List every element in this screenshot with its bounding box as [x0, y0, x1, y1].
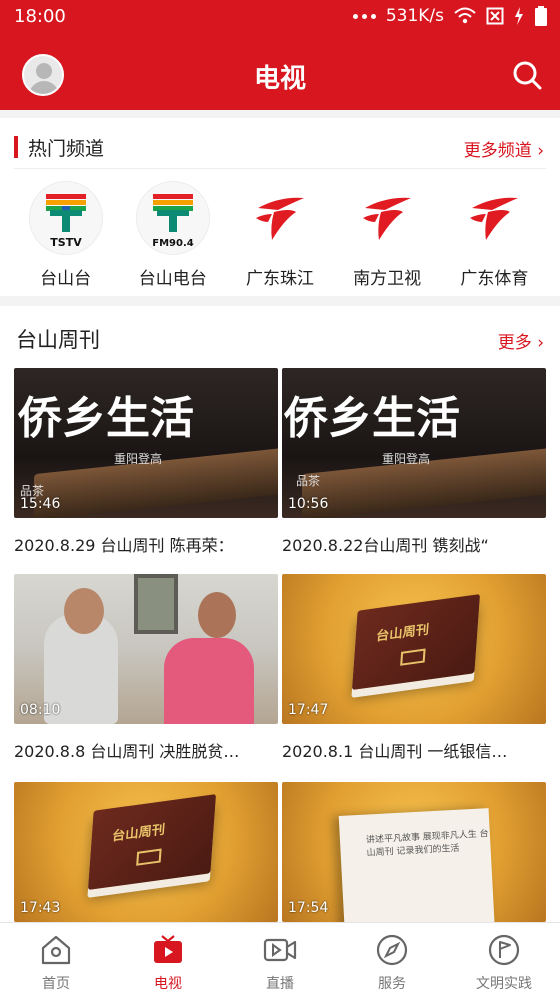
video-card[interactable]: 台山周刊 17:43	[14, 782, 278, 922]
video-duration: 10:56	[288, 496, 329, 512]
thumbnail-overlay-text: 侨乡生活	[18, 393, 194, 444]
navigation-bar: 电视	[0, 40, 560, 110]
tab-live[interactable]: 直播	[224, 923, 336, 1000]
thumbnail-overlay-text: 侨乡生活	[284, 393, 460, 444]
more-channels-label: 更多频道	[463, 141, 532, 161]
video-caption: 2020.8.8 台山周刊 决胜脱贫…	[14, 742, 240, 761]
video-caption: 2020.8.1 台山周刊 一纸银信…	[282, 742, 508, 761]
home-icon	[41, 935, 71, 965]
sim-icon	[486, 7, 504, 25]
app-header: 18:00 531K/s 电视	[0, 0, 560, 110]
video-thumbnail: 台山周刊 17:43	[14, 782, 278, 922]
channel-list: TSTV 台山台 FM90.4 台山电台 广东珠江 南方卫视 广东体育	[0, 182, 560, 292]
compass-icon	[376, 934, 408, 966]
gdtv-logo-icon	[351, 182, 424, 254]
gdtv-logo-icon	[458, 182, 531, 254]
status-time: 18:00	[14, 6, 66, 27]
tab-service[interactable]: 服务	[336, 923, 448, 1000]
gdtv-logo-icon	[243, 182, 316, 254]
tab-tv[interactable]: 电视	[112, 923, 224, 1000]
tab-label: 直播	[266, 976, 294, 992]
more-channels-link[interactable]: 更多频道 ›	[464, 136, 544, 161]
video-card[interactable]: 台山周刊 17:47 2020.8.1 台山周刊 一纸银信…	[282, 574, 546, 762]
channel-name: 广东体育	[460, 269, 529, 289]
book-title-text: 台山周刊	[375, 622, 430, 645]
video-thumbnail: 讲述平凡故事 展现非凡人生 台山周刊 记录我们的生活 17:54	[282, 782, 546, 922]
wifi-icon	[454, 7, 476, 24]
charging-icon	[515, 7, 523, 25]
section-gap	[0, 296, 560, 306]
video-thumbnail: 08:10	[14, 574, 278, 724]
thumbnail-subtitle: 重阳登高	[114, 452, 163, 466]
paper-text: 讲述平凡故事 展现非凡人生 台山周刊 记录我们的生活	[365, 829, 489, 859]
hot-channels-title: 热门频道	[28, 138, 105, 160]
thumbnail-corner-text: 品茶	[296, 474, 321, 488]
channel-name: 台山电台	[138, 269, 207, 289]
divider	[14, 168, 546, 169]
tab-label: 电视	[154, 976, 182, 992]
chevron-right-icon: ›	[537, 141, 544, 161]
battery-icon	[535, 6, 547, 26]
channel-name: 台山台	[40, 269, 92, 289]
flag-circle-icon	[488, 934, 520, 966]
channel-item-sports[interactable]: 广东体育	[446, 182, 542, 292]
svg-text:TSTV: TSTV	[50, 236, 82, 249]
video-thumbnail: 侨乡生活 重阳登高 品茶 15:46	[14, 368, 278, 518]
tab-civilization[interactable]: 文明实践	[448, 923, 560, 1000]
tv-icon	[154, 935, 182, 963]
chevron-right-icon: ›	[537, 333, 544, 353]
network-speed: 531K/s	[385, 6, 444, 26]
weekly-more-link[interactable]: 更多 ›	[498, 328, 544, 353]
section-gap	[0, 110, 560, 118]
video-duration: 15:46	[20, 496, 61, 512]
status-icons: 531K/s	[352, 6, 548, 26]
weekly-title: 台山周刊	[16, 328, 100, 352]
video-duration: 17:54	[288, 900, 329, 916]
tab-label: 服务	[378, 976, 406, 992]
video-thumbnail: 台山周刊 17:47	[282, 574, 546, 724]
channel-item-zhujiang[interactable]: 广东珠江	[232, 182, 328, 292]
video-card[interactable]: 侨乡生活 重阳登高 品茶 15:46 2020.8.29 台山周刊 陈再荣：	[14, 368, 278, 556]
section-accent-bar	[14, 136, 18, 158]
weekly-header: 台山周刊 更多 ›	[14, 318, 546, 358]
book-title-text: 台山周刊	[111, 822, 166, 845]
live-video-icon	[263, 938, 297, 962]
channel-item-radio[interactable]: FM90.4 台山电台	[125, 182, 221, 292]
status-bar: 18:00 531K/s	[0, 0, 560, 36]
more-label: 更多	[497, 333, 532, 353]
bottom-navigation: 首页 电视 直播 服务 文明实践	[0, 922, 560, 1000]
thumbnail-subtitle: 重阳登高	[382, 452, 431, 466]
video-thumbnail: 侨乡生活 重阳登高 品茶 10:56	[282, 368, 546, 518]
page-title: 电视	[253, 64, 306, 94]
video-caption: 2020.8.22台山周刊 镌刻战“	[282, 536, 489, 555]
svg-text:FM90.4: FM90.4	[152, 238, 193, 249]
video-card[interactable]: 侨乡生活 重阳登高 品茶 10:56 2020.8.22台山周刊 镌刻战“	[282, 368, 546, 556]
channel-item-southern[interactable]: 南方卫视	[339, 182, 435, 292]
video-duration: 08:10	[20, 702, 61, 718]
channel-name: 广东珠江	[245, 269, 314, 289]
video-card[interactable]: 08:10 2020.8.8 台山周刊 决胜脱贫…	[14, 574, 278, 762]
video-card[interactable]: 讲述平凡故事 展现非凡人生 台山周刊 记录我们的生活 17:54	[282, 782, 546, 922]
channel-item-tstv[interactable]: TSTV 台山台	[18, 182, 114, 292]
video-caption: 2020.8.29 台山周刊 陈再荣：	[14, 536, 234, 555]
channel-name: 南方卫视	[353, 269, 422, 289]
video-duration: 17:43	[20, 900, 61, 916]
notification-dots-icon	[352, 13, 376, 19]
video-duration: 17:47	[288, 702, 329, 718]
tab-label: 首页	[42, 976, 70, 992]
tab-home[interactable]: 首页	[0, 923, 112, 1000]
hot-channels-header: 热门频道 更多频道 ›	[14, 132, 546, 162]
tab-label: 文明实践	[476, 976, 532, 992]
hot-channels-section: 热门频道 更多频道 › TSTV 台山台 FM90.4 台山电台 广东珠江 南方…	[0, 118, 560, 296]
fm-radio-logo-icon: FM90.4	[136, 182, 209, 254]
search-icon[interactable]	[512, 60, 542, 90]
tstv-logo-icon: TSTV	[29, 182, 102, 254]
